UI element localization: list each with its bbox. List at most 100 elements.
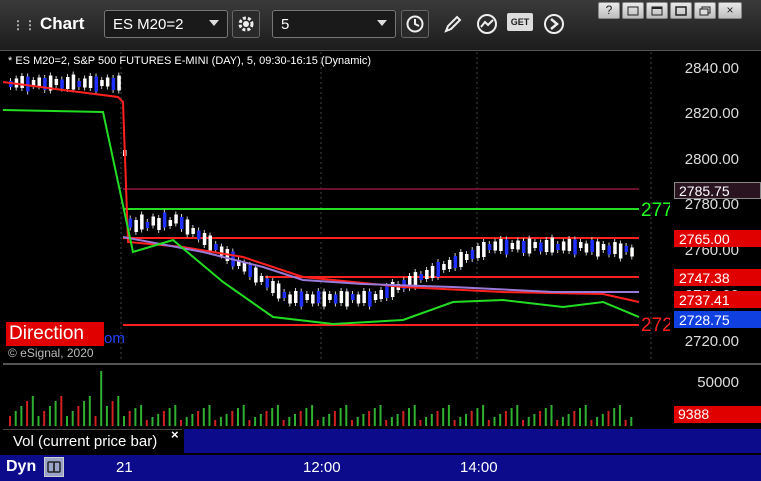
volume-bar (197, 411, 200, 426)
app-title-label: Chart (40, 14, 85, 33)
volume-bar (271, 408, 274, 426)
volume-bar (533, 414, 536, 426)
study-strip (184, 429, 761, 453)
candle (111, 78, 116, 90)
pane-separator[interactable] (3, 363, 761, 365)
volume-bar (333, 411, 336, 426)
chevron-down-icon (377, 20, 387, 26)
get-data-icon[interactable]: GET (507, 13, 533, 31)
restore-icon (627, 6, 639, 16)
volume-bar (248, 420, 251, 426)
time-axis-label: 21 (116, 459, 133, 476)
candle (539, 242, 543, 252)
time-button[interactable] (401, 10, 429, 38)
toolbar: ⋮⋮ Chart ES M20=2 5 GET ? × (0, 0, 761, 51)
volume-bar (447, 405, 450, 426)
restore-down-icon (699, 6, 711, 16)
volume-chart[interactable] (3, 366, 670, 426)
volume-bar (402, 411, 405, 426)
candle (447, 260, 452, 269)
symbol-select[interactable]: ES M20=2 (104, 10, 228, 38)
candle (567, 239, 572, 251)
volume-study-label[interactable]: Vol (current price bar) (3, 429, 182, 453)
candle (105, 77, 110, 87)
candle (470, 250, 475, 259)
volume-bar (339, 408, 342, 426)
volume-bar (373, 408, 376, 426)
navigate-button[interactable] (540, 10, 568, 38)
close-icon[interactable]: × (171, 427, 179, 442)
volume-bar (601, 414, 604, 426)
candle (487, 244, 492, 250)
volume-bar (242, 405, 245, 426)
candle (214, 244, 218, 250)
volume-bar (191, 414, 194, 426)
green-line-label: 277 (641, 200, 673, 221)
volume-bar (214, 420, 217, 426)
candle (26, 76, 30, 92)
candle (368, 291, 372, 307)
volume-bar (436, 411, 439, 426)
candle (493, 241, 497, 251)
volume-bar (180, 420, 182, 426)
help-button[interactable]: ? (598, 2, 620, 19)
volume-bar (100, 371, 103, 426)
volume-bar (128, 411, 131, 426)
price-axis[interactable]: 2840.00 2820.00 2800.00 2780.00 2760.00 … (670, 52, 761, 362)
interval-select[interactable]: 5 (272, 10, 396, 38)
direction-badge[interactable]: Direction (6, 322, 104, 346)
volume-bar (157, 414, 160, 426)
candle (294, 291, 298, 303)
volume-bar (362, 414, 365, 426)
candle (197, 230, 201, 240)
gear-icon (238, 16, 254, 32)
candle (351, 294, 355, 300)
candle (584, 243, 589, 253)
settings-button[interactable] (232, 10, 260, 38)
volume-bar (259, 414, 262, 426)
volume-bar (556, 420, 559, 426)
volume-bar (43, 411, 46, 426)
candle (54, 79, 59, 85)
restore-button[interactable] (622, 2, 644, 19)
candle (544, 240, 549, 252)
candle (465, 254, 469, 260)
volume-bar (356, 417, 359, 426)
candle (425, 270, 429, 279)
studies-icon (477, 14, 497, 34)
volume-bar (516, 405, 519, 426)
volume-axis[interactable]: 50000 0 9388 (670, 366, 761, 426)
maximize-button[interactable] (670, 2, 692, 19)
candle (316, 291, 321, 303)
draw-button[interactable] (439, 10, 467, 38)
moving-average-line (122, 236, 639, 293)
dynamic-label[interactable]: Dyn (6, 458, 36, 476)
volume-bar (237, 408, 239, 426)
price-chart[interactable] (2, 52, 670, 362)
studies-button[interactable] (473, 10, 501, 38)
restore-down-button[interactable] (694, 2, 716, 19)
volume-bar (288, 417, 291, 426)
candle (254, 267, 258, 283)
candle (71, 74, 76, 90)
volume-bar (573, 411, 576, 426)
volume-bar (567, 414, 570, 426)
float-button[interactable] (646, 2, 668, 19)
time-axis[interactable] (0, 455, 761, 481)
time-axis-label: 12:00 (303, 459, 341, 476)
candle (373, 294, 378, 300)
candle (242, 262, 247, 272)
price-chart-canvas (2, 52, 652, 362)
candle (157, 218, 161, 230)
volume-bar (590, 420, 593, 426)
candle (282, 292, 287, 298)
close-button[interactable]: × (718, 2, 742, 19)
link-icon[interactable] (44, 457, 64, 477)
candle (328, 294, 332, 300)
grip-icon[interactable]: ⋮⋮ (12, 18, 36, 32)
candle (453, 256, 458, 268)
volume-bar (613, 408, 616, 426)
volume-bar (20, 406, 23, 426)
candle (356, 294, 361, 304)
candle (83, 78, 87, 88)
